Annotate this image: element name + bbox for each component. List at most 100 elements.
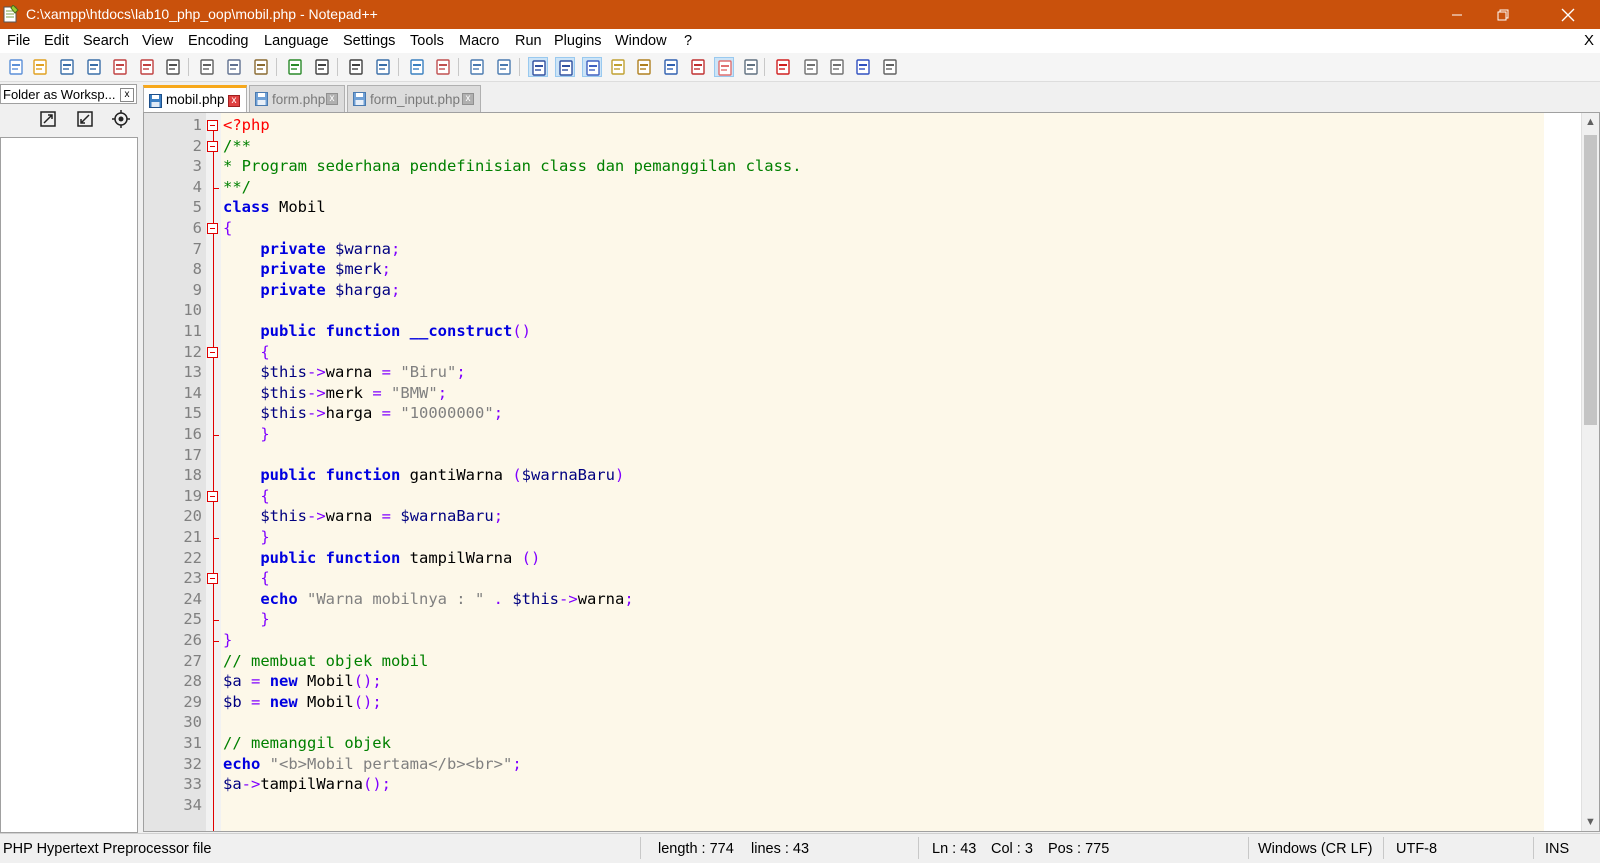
- play-macro-icon[interactable]: [827, 57, 847, 77]
- menu-plugins[interactable]: Plugins: [554, 33, 602, 49]
- fold-toggle-icon[interactable]: [207, 490, 218, 502]
- menu-encoding[interactable]: Encoding: [188, 33, 248, 49]
- redo-icon[interactable]: [312, 57, 332, 77]
- paste-icon[interactable]: [251, 57, 271, 77]
- tab-close-icon[interactable]: x: [462, 93, 474, 105]
- undo-icon[interactable]: [285, 57, 305, 77]
- code-line[interactable]: $this->warna = "Biru";: [223, 363, 465, 381]
- code-line[interactable]: public function tampilWarna (): [223, 549, 540, 567]
- user-language-icon[interactable]: [608, 57, 628, 77]
- code-line[interactable]: }: [223, 425, 269, 443]
- code-line[interactable]: }: [223, 528, 269, 546]
- show-all-chars-icon[interactable]: [555, 57, 575, 77]
- close-icon[interactable]: [110, 57, 130, 77]
- code-line[interactable]: $a = new Mobil();: [223, 672, 382, 690]
- menu-settings[interactable]: Settings: [343, 33, 395, 49]
- menu-language[interactable]: Language: [264, 33, 329, 49]
- panel-close-button[interactable]: x: [120, 88, 134, 102]
- tab-form-php[interactable]: form.php x: [249, 85, 345, 112]
- code-line[interactable]: $b = new Mobil();: [223, 693, 382, 711]
- fold-toggle-icon[interactable]: [207, 573, 218, 585]
- indent-guide-icon[interactable]: [582, 57, 602, 77]
- fold-all-icon[interactable]: [75, 109, 95, 129]
- open-file-icon[interactable]: [30, 57, 50, 77]
- vertical-scrollbar[interactable]: ▲ ▼: [1581, 113, 1599, 831]
- menu-edit[interactable]: Edit: [44, 33, 69, 49]
- zoom-in-icon[interactable]: [407, 57, 427, 77]
- close-all-icon[interactable]: [137, 57, 157, 77]
- print-icon[interactable]: [163, 57, 183, 77]
- menu-macro[interactable]: Macro: [459, 33, 499, 49]
- code-line[interactable]: }: [223, 631, 232, 649]
- code-line[interactable]: {: [223, 219, 232, 237]
- word-wrap-icon[interactable]: [528, 57, 548, 77]
- doc-list-icon[interactable]: [688, 57, 708, 77]
- menu-file[interactable]: File: [7, 33, 30, 49]
- code-line[interactable]: private $merk;: [223, 260, 391, 278]
- locate-file-icon[interactable]: [111, 109, 131, 129]
- code-line[interactable]: // membuat objek mobil: [223, 652, 428, 670]
- code-line[interactable]: * Program sederhana pendefinisian class …: [223, 157, 802, 175]
- save-all-icon[interactable]: [84, 57, 104, 77]
- code-line[interactable]: **/: [223, 178, 251, 196]
- code-area[interactable]: <?php /** * Program sederhana pendefinisia…: [221, 113, 1544, 831]
- status-insert-mode[interactable]: INS: [1545, 841, 1569, 857]
- replace-icon[interactable]: [373, 57, 393, 77]
- code-line[interactable]: $a->tampilWarna();: [223, 775, 391, 793]
- code-line[interactable]: echo "<b>Mobil pertama</b><br>";: [223, 755, 522, 773]
- tab-mobil-php[interactable]: mobil.php x: [143, 85, 247, 112]
- monitoring-icon[interactable]: [741, 57, 761, 77]
- code-line[interactable]: {: [223, 487, 269, 505]
- code-line[interactable]: $this->merk = "BMW";: [223, 384, 447, 402]
- new-file-icon[interactable]: [6, 57, 26, 77]
- code-line[interactable]: {: [223, 569, 269, 587]
- copy-icon[interactable]: [224, 57, 244, 77]
- scroll-down-icon[interactable]: ▼: [1582, 813, 1599, 831]
- menu-help[interactable]: ?: [684, 33, 692, 49]
- code-line[interactable]: public function __construct(): [223, 322, 531, 340]
- run-macro-multiple-icon[interactable]: [853, 57, 873, 77]
- code-line[interactable]: }: [223, 610, 269, 628]
- close-document-button[interactable]: X: [1584, 32, 1594, 49]
- document-map-icon[interactable]: [634, 57, 654, 77]
- close-window-button[interactable]: [1545, 0, 1591, 29]
- scroll-up-icon[interactable]: ▲: [1582, 113, 1599, 131]
- menu-run[interactable]: Run: [515, 33, 542, 49]
- fold-toggle-icon[interactable]: [207, 223, 218, 234]
- code-line[interactable]: echo "Warna mobilnya : " . $this->warna;: [223, 590, 633, 608]
- record-macro-icon[interactable]: [773, 57, 793, 77]
- save-macro-icon[interactable]: [880, 57, 900, 77]
- cut-icon[interactable]: [197, 57, 217, 77]
- minimize-button[interactable]: [1434, 0, 1480, 29]
- menu-window[interactable]: Window: [615, 33, 667, 49]
- code-line[interactable]: // memanggil objek: [223, 734, 391, 752]
- fold-toggle-icon[interactable]: [207, 346, 218, 358]
- code-line[interactable]: $this->warna = $warnaBaru;: [223, 507, 503, 525]
- fold-toggle-icon[interactable]: [207, 140, 218, 152]
- stop-record-icon[interactable]: [801, 57, 821, 77]
- tab-close-icon[interactable]: x: [228, 95, 240, 107]
- function-list-icon[interactable]: [661, 57, 681, 77]
- menu-view[interactable]: View: [142, 33, 173, 49]
- code-line[interactable]: /**: [223, 137, 251, 155]
- code-line[interactable]: private $harga;: [223, 281, 400, 299]
- code-line[interactable]: private $warna;: [223, 240, 400, 258]
- menu-search[interactable]: Search: [83, 33, 129, 49]
- save-icon[interactable]: [57, 57, 77, 77]
- tab-close-icon[interactable]: x: [326, 93, 338, 105]
- unfold-all-icon[interactable]: [38, 109, 58, 129]
- restore-button[interactable]: [1480, 0, 1526, 29]
- folder-tree[interactable]: [0, 137, 138, 833]
- find-icon[interactable]: [346, 57, 366, 77]
- fold-toggle-icon[interactable]: [207, 120, 218, 131]
- zoom-out-icon[interactable]: [433, 57, 453, 77]
- status-encoding[interactable]: UTF-8: [1396, 841, 1437, 857]
- code-line[interactable]: <?php: [223, 116, 270, 134]
- folder-workspace-icon[interactable]: [714, 57, 734, 77]
- status-eol[interactable]: Windows (CR LF): [1258, 841, 1372, 857]
- code-editor[interactable]: 1 2 3 4 5 6 7 8 9 10 11 12 13 14 15 16 17 18 19 20 21 22 23 24 2…: [143, 112, 1600, 832]
- sync-vertical-icon[interactable]: [467, 57, 487, 77]
- code-line[interactable]: class Mobil: [223, 198, 326, 216]
- code-line[interactable]: {: [223, 343, 269, 361]
- code-line[interactable]: $this->harga = "10000000";: [223, 404, 503, 422]
